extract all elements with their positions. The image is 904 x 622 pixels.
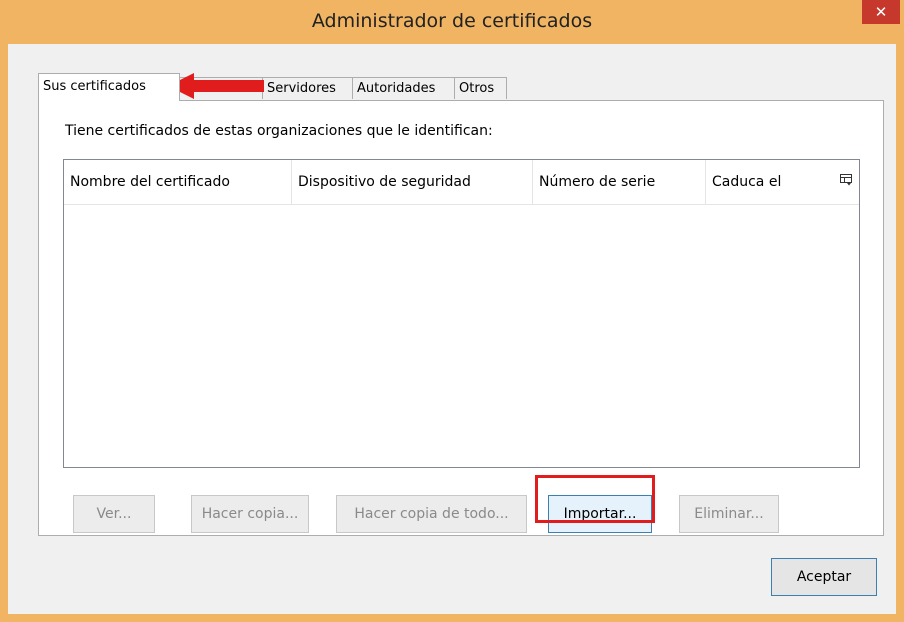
tab-your-certificates[interactable]: Sus certificados xyxy=(38,73,180,101)
tab-authorities[interactable]: Autoridades xyxy=(352,77,455,99)
close-icon[interactable]: ✕ xyxy=(875,3,888,21)
tab-others[interactable]: Otros xyxy=(454,77,507,99)
tab-servers[interactable]: Servidores xyxy=(262,77,353,99)
column-header-name[interactable]: Nombre del certificado xyxy=(64,160,292,204)
view-button[interactable]: Ver... xyxy=(73,495,155,533)
column-header-serial[interactable]: Número de serie xyxy=(533,160,706,204)
backup-button[interactable]: Hacer copia... xyxy=(191,495,309,533)
delete-button[interactable]: Eliminar... xyxy=(679,495,779,533)
column-picker-glyph xyxy=(840,174,852,186)
close-button[interactable]: ✕ xyxy=(862,0,900,24)
title-bar: Administrador de certificados ✕ xyxy=(0,0,904,44)
certificate-list[interactable]: Nombre del certificado Dispositivo de se… xyxy=(63,159,860,468)
accept-button[interactable]: Aceptar xyxy=(771,558,877,596)
window-title: Administrador de certificados xyxy=(311,10,593,32)
dialog-client-area: Sus certificados Personas Servidores Aut… xyxy=(8,44,896,614)
column-header-expires[interactable]: Caduca el xyxy=(706,160,833,204)
backup-all-button[interactable]: Hacer copia de todo... xyxy=(336,495,527,533)
column-header-device[interactable]: Dispositivo de seguridad xyxy=(292,160,533,204)
column-picker-icon[interactable] xyxy=(833,160,859,204)
tab-panel: Tiene certificados de estas organizacion… xyxy=(38,100,884,536)
red-arrow-annotation xyxy=(168,73,264,99)
import-highlight-box xyxy=(535,475,655,523)
list-header: Nombre del certificado Dispositivo de se… xyxy=(64,160,859,205)
panel-description: Tiene certificados de estas organizacion… xyxy=(65,123,493,139)
